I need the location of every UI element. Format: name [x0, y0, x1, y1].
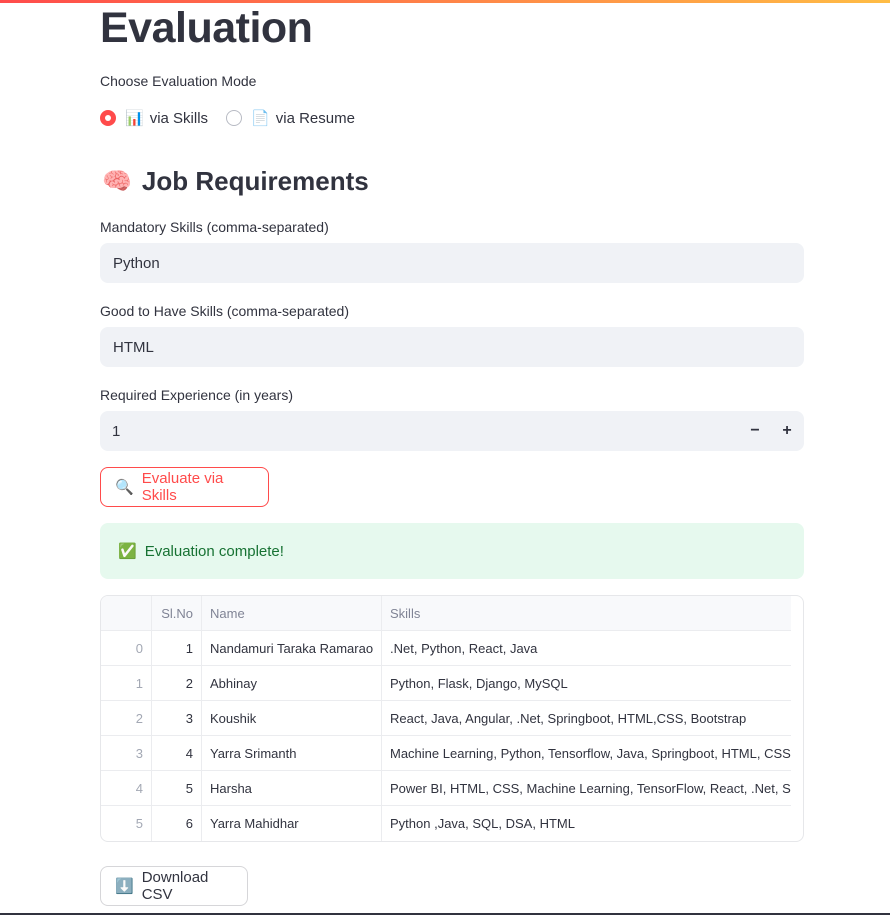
- table-row: 4 5 Harsha Power BI, HTML, CSS, Machine …: [101, 771, 791, 806]
- table-cell-name[interactable]: Abhinay: [202, 666, 382, 700]
- table-header-slno[interactable]: Sl.No: [152, 596, 202, 630]
- table-cell-slno[interactable]: 5: [152, 771, 202, 805]
- table-header-row: Sl.No Name Skills: [101, 596, 791, 631]
- table-row: 5 6 Yarra Mahidhar Python ,Java, SQL, DS…: [101, 806, 791, 841]
- top-accent-bar: [0, 0, 890, 3]
- table-header-index[interactable]: [101, 596, 152, 630]
- required-experience-stepper: 1 − +: [100, 411, 804, 451]
- success-alert-text: Evaluation complete!: [144, 542, 284, 560]
- evaluate-button-label: Evaluate via Skills: [141, 470, 224, 504]
- radio-checked-icon[interactable]: [100, 110, 116, 126]
- success-alert: ✅ Evaluation complete!: [100, 523, 804, 579]
- table-cell-skills[interactable]: Machine Learning, Python, Tensorflow, Ja…: [382, 736, 791, 770]
- table-cell-skills[interactable]: Python ,Java, SQL, DSA, HTML: [382, 806, 791, 841]
- table-cell-index[interactable]: 2: [101, 701, 152, 735]
- table-cell-index[interactable]: 4: [101, 771, 152, 805]
- good-to-have-skills-input[interactable]: HTML: [100, 327, 804, 367]
- table-cell-slno[interactable]: 1: [152, 631, 202, 665]
- radio-option-via-resume[interactable]: 📄 via Resume: [226, 109, 355, 127]
- section-title-job-requirements: 🧠 Job Requirements: [102, 166, 369, 197]
- document-icon: 📄: [251, 110, 270, 127]
- table-cell-index[interactable]: 0: [101, 631, 152, 665]
- required-experience-value[interactable]: 1: [112, 423, 120, 440]
- table-cell-name[interactable]: Yarra Srimanth: [202, 736, 382, 770]
- table-header-skills[interactable]: Skills: [382, 596, 791, 630]
- table-cell-slno[interactable]: 3: [152, 701, 202, 735]
- check-mark-icon: ✅: [118, 543, 137, 560]
- required-experience-label: Required Experience (in years): [100, 387, 293, 403]
- download-csv-button[interactable]: ⬇️ Download CSV: [100, 866, 248, 906]
- page-title: Evaluation: [100, 4, 313, 52]
- radio-label-via-skills: via Skills: [149, 110, 209, 127]
- table-cell-skills[interactable]: Python, Flask, Django, MySQL: [382, 666, 791, 700]
- mode-label: Choose Evaluation Mode: [100, 73, 257, 89]
- results-table[interactable]: Sl.No Name Skills 0 1 Nandamuri Taraka R…: [100, 595, 804, 842]
- section-title-text: Job Requirements: [141, 166, 369, 196]
- mandatory-skills-label: Mandatory Skills (comma-separated): [100, 219, 329, 235]
- magnifier-icon: 🔍: [115, 479, 134, 496]
- download-button-label: Download CSV: [141, 869, 209, 903]
- table-row: 0 1 Nandamuri Taraka Ramarao .Net, Pytho…: [101, 631, 791, 666]
- table-cell-skills[interactable]: Power BI, HTML, CSS, Machine Learning, T…: [382, 771, 791, 805]
- results-table-grid: Sl.No Name Skills 0 1 Nandamuri Taraka R…: [101, 596, 791, 841]
- radio-unchecked-icon[interactable]: [226, 110, 243, 126]
- table-row: 1 2 Abhinay Python, Flask, Django, MySQL: [101, 666, 791, 701]
- brain-icon: 🧠: [102, 168, 132, 195]
- evaluation-mode-radio-group: 📊 via Skills 📄 via Resume: [100, 106, 373, 130]
- table-cell-index[interactable]: 1: [101, 666, 152, 700]
- increment-button[interactable]: +: [772, 411, 802, 451]
- table-cell-skills[interactable]: .Net, Python, React, Java: [382, 631, 791, 665]
- table-cell-slno[interactable]: 6: [152, 806, 202, 841]
- radio-label-via-resume: via Resume: [275, 110, 355, 127]
- bar-chart-icon: 📊: [125, 110, 144, 127]
- table-row: 2 3 Koushik React, Java, Angular, .Net, …: [101, 701, 791, 736]
- table-cell-skills[interactable]: React, Java, Angular, .Net, Springboot, …: [382, 701, 791, 735]
- table-header-name[interactable]: Name: [202, 596, 382, 630]
- mandatory-skills-input[interactable]: Python: [100, 243, 804, 283]
- table-cell-slno[interactable]: 2: [152, 666, 202, 700]
- table-cell-index[interactable]: 3: [101, 736, 152, 770]
- download-arrow-icon: ⬇️: [115, 878, 134, 895]
- table-cell-slno[interactable]: 4: [152, 736, 202, 770]
- table-cell-name[interactable]: Nandamuri Taraka Ramarao: [202, 631, 382, 665]
- table-cell-name[interactable]: Harsha: [202, 771, 382, 805]
- good-to-have-skills-label: Good to Have Skills (comma-separated): [100, 303, 349, 319]
- table-cell-name[interactable]: Yarra Mahidhar: [202, 806, 382, 841]
- evaluate-via-skills-button[interactable]: 🔍 Evaluate via Skills: [100, 467, 269, 507]
- table-cell-index[interactable]: 5: [101, 806, 152, 841]
- radio-option-via-skills[interactable]: 📊 via Skills: [100, 109, 208, 127]
- table-row: 3 4 Yarra Srimanth Machine Learning, Pyt…: [101, 736, 791, 771]
- decrement-button[interactable]: −: [740, 411, 770, 451]
- table-cell-name[interactable]: Koushik: [202, 701, 382, 735]
